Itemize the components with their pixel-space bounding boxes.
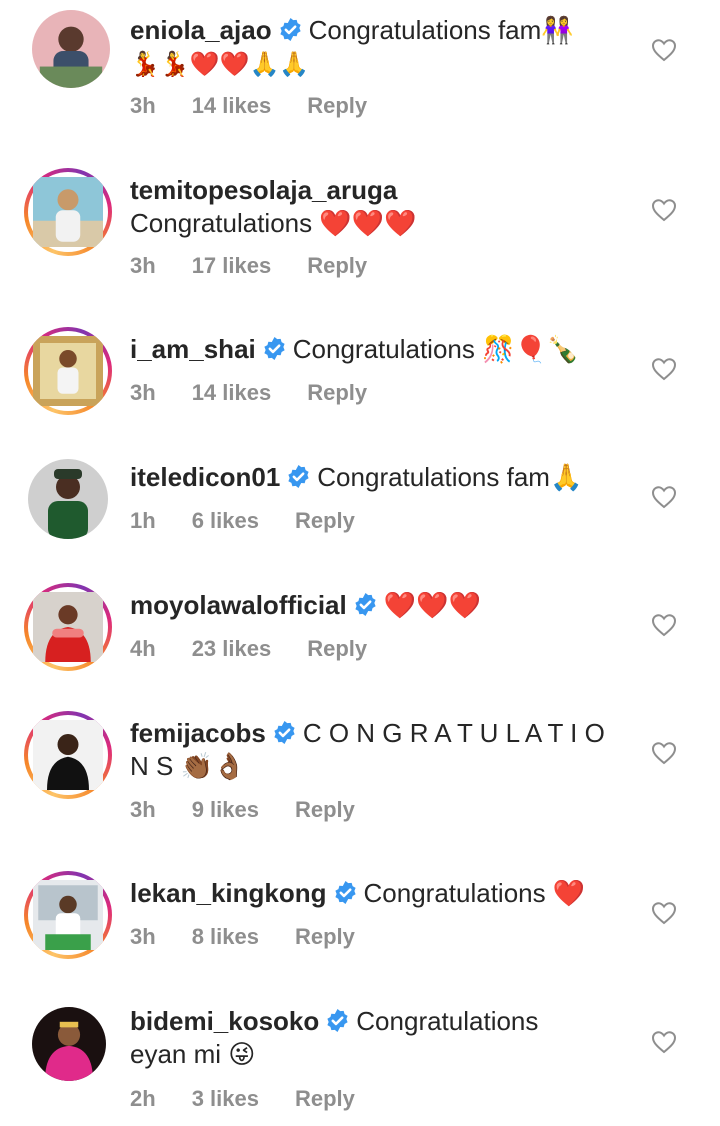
comment-text: Congratulations 🎊🎈🍾: [292, 334, 580, 364]
comment-text: Congratulations ❤️: [363, 878, 586, 908]
comment-text-line2: 💃💃❤️❤️🙏🙏: [130, 50, 310, 78]
verified-badge-icon: [333, 880, 358, 905]
reply-button[interactable]: Reply: [295, 507, 355, 535]
verified-badge-icon: [272, 720, 297, 745]
comment-username[interactable]: iteledicon01: [130, 462, 280, 492]
avatar-photo: [28, 459, 108, 539]
heart-outline-icon[interactable]: [651, 38, 677, 62]
heart-outline-icon[interactable]: [651, 485, 677, 509]
comment-text: C O N G R A T U L A T I O: [302, 718, 605, 748]
avatar[interactable]: [24, 999, 112, 1087]
comment-username[interactable]: eniola_ajao: [130, 15, 272, 45]
comment-body: i_am_shai Congratulations 🎊🎈🍾: [130, 333, 640, 366]
comment-likes[interactable]: 6 likes: [192, 507, 259, 535]
comment-username[interactable]: temitopesolaja_aruga: [130, 175, 397, 205]
comment-username[interactable]: lekan_kingkong: [130, 878, 327, 908]
avatar[interactable]: [24, 168, 112, 256]
comment-time: 1h: [130, 508, 156, 533]
verified-badge-icon: [262, 336, 287, 361]
comment-meta: 3h 14 likes Reply: [130, 379, 403, 407]
comment-time: 4h: [130, 636, 156, 661]
comment-text-line2: eyan mi 😜: [130, 1039, 256, 1069]
comment-likes[interactable]: 8 likes: [192, 923, 259, 951]
verified-badge-icon: [325, 1008, 350, 1033]
avatar-plain: [32, 1007, 106, 1081]
comment-text: Congratulations ❤️❤️❤️: [130, 208, 417, 238]
story-ring: [24, 583, 112, 671]
comment-body: eniola_ajao Congratulations fam👭 💃💃❤️❤️🙏🙏: [130, 14, 640, 81]
comment-likes[interactable]: 3 likes: [192, 1085, 259, 1113]
comment-body: femijacobs C O N G R A T U L A T I O N S …: [130, 717, 640, 783]
comment-text: Congratulations: [356, 1006, 539, 1036]
avatar-photo: [33, 177, 103, 247]
comment-time: 3h: [130, 93, 156, 118]
avatar-photo: [32, 10, 110, 88]
reply-button[interactable]: Reply: [307, 635, 367, 663]
reply-button[interactable]: Reply: [307, 252, 367, 280]
avatar[interactable]: [24, 583, 112, 671]
comment-meta: 3h 8 likes Reply: [130, 923, 391, 951]
comment-likes[interactable]: 9 likes: [192, 796, 259, 824]
avatar-photo: [33, 592, 103, 662]
comment-body: bidemi_kosoko Congratulations eyan mi 😜: [130, 1005, 640, 1071]
comment-meta: 4h 23 likes Reply: [130, 635, 403, 663]
story-ring: [24, 168, 112, 256]
comment-likes[interactable]: 14 likes: [192, 92, 272, 120]
reply-button[interactable]: Reply: [307, 379, 367, 407]
comment-time: 3h: [130, 253, 156, 278]
reply-button[interactable]: Reply: [295, 1085, 355, 1113]
reply-button[interactable]: Reply: [295, 796, 355, 824]
heart-outline-icon[interactable]: [651, 613, 677, 637]
heart-outline-icon[interactable]: [651, 357, 677, 381]
comment-meta: 3h 9 likes Reply: [130, 796, 391, 824]
heart-outline-icon[interactable]: [651, 1030, 677, 1054]
heart-outline-icon[interactable]: [651, 198, 677, 222]
comment-meta: 3h 14 likes Reply: [130, 92, 403, 120]
comment-time: 2h: [130, 1086, 156, 1111]
comment-time: 3h: [130, 924, 156, 949]
comment-text: Congratulations fam🙏: [317, 462, 583, 492]
avatar[interactable]: [24, 455, 112, 543]
comment-text-line2: N S 👏🏾👌🏾: [130, 751, 246, 781]
reply-button[interactable]: Reply: [295, 923, 355, 951]
comment-likes[interactable]: 23 likes: [192, 635, 272, 663]
comment-body: lekan_kingkong Congratulations ❤️: [130, 877, 640, 910]
comment-likes[interactable]: 17 likes: [192, 252, 272, 280]
reply-button[interactable]: Reply: [307, 92, 367, 120]
verified-badge-icon: [353, 592, 378, 617]
comment-meta: 2h 3 likes Reply: [130, 1085, 391, 1113]
comment-username[interactable]: bidemi_kosoko: [130, 1006, 319, 1036]
avatar[interactable]: [24, 327, 112, 415]
avatar[interactable]: [24, 711, 112, 799]
comment-body: temitopesolaja_aruga Congratulations ❤️❤…: [130, 174, 640, 240]
avatar[interactable]: [24, 0, 112, 88]
story-ring: [24, 327, 112, 415]
comment-body: moyolawalofficial ❤️❤️❤️: [130, 589, 640, 622]
story-ring: [24, 711, 112, 799]
comment-likes[interactable]: 14 likes: [192, 379, 272, 407]
avatar-photo: [33, 720, 103, 790]
comment-meta: 1h 6 likes Reply: [130, 507, 391, 535]
comment-username[interactable]: i_am_shai: [130, 334, 256, 364]
avatar[interactable]: [24, 871, 112, 959]
heart-outline-icon[interactable]: [651, 741, 677, 765]
verified-badge-icon: [278, 17, 303, 42]
comment-username[interactable]: femijacobs: [130, 718, 266, 748]
comment-username[interactable]: moyolawalofficial: [130, 590, 347, 620]
comment-text: ❤️❤️❤️: [383, 590, 481, 620]
comment-time: 3h: [130, 380, 156, 405]
avatar-photo: [33, 880, 103, 950]
comment-meta: 3h 17 likes Reply: [130, 252, 403, 280]
heart-outline-icon[interactable]: [651, 901, 677, 925]
avatar-photo: [33, 336, 103, 406]
comment-text: Congratulations fam👭: [308, 15, 574, 45]
story-ring: [24, 871, 112, 959]
comment-body: iteledicon01 Congratulations fam🙏: [130, 461, 640, 494]
comment-time: 3h: [130, 797, 156, 822]
verified-badge-icon: [286, 464, 311, 489]
avatar-plain: [28, 459, 108, 539]
avatar-photo: [32, 1007, 106, 1081]
